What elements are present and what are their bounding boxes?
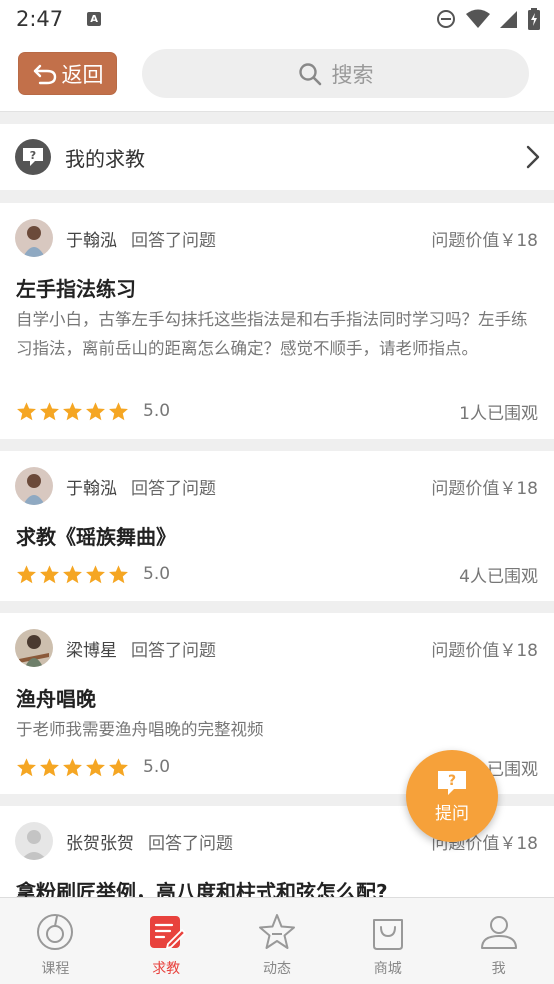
star-rating-icon <box>17 401 36 420</box>
tab-label: 动态 <box>262 961 291 977</box>
notification-a-icon: A <box>87 12 102 26</box>
profile-icon <box>480 916 517 949</box>
do-not-disturb-icon <box>437 10 455 28</box>
search-input[interactable]: 搜索 <box>142 49 529 98</box>
rating-score: 5.0 <box>143 401 171 421</box>
star-rating-icon <box>86 401 105 420</box>
tab-ask[interactable]: 求教 <box>111 898 222 984</box>
question-title: 拿粉刷匠举例，高八度和柱式和弦怎么配? <box>16 880 388 897</box>
svg-text:?: ? <box>30 149 36 162</box>
action-text: 回答了问题 <box>131 478 216 499</box>
tab-label: 我 <box>491 961 506 977</box>
user-name[interactable]: 于翰泓 <box>66 474 117 499</box>
star-rating-icon <box>86 757 105 776</box>
ask-icon <box>150 916 187 950</box>
question-description: 于老师我需要渔舟唱晚的完整视频 <box>16 720 264 739</box>
status-bar: 2:47 A <box>0 0 554 38</box>
question-value: 问题价值￥18 <box>431 230 538 251</box>
rating-stars <box>16 757 129 778</box>
user-name[interactable]: 张贺张贺 <box>66 829 134 854</box>
question-value: 问题价值￥18 <box>431 478 538 499</box>
question-bubble-icon: ? <box>438 770 466 795</box>
search-placeholder: 搜索 <box>331 62 374 87</box>
question-description: 自学小白，古筝左手勾抹托这些指法是和右手指法同时学习吗？左手练习指法，离前岳山的… <box>16 310 528 358</box>
tab-shop[interactable]: 商城 <box>332 898 443 984</box>
status-icons <box>436 8 540 30</box>
ask-question-fab[interactable]: ? 提问 <box>406 750 498 842</box>
question-value: 问题价值￥18 <box>431 640 538 661</box>
shop-bag-icon <box>372 919 403 950</box>
battery-icon <box>528 8 540 30</box>
default-avatar[interactable] <box>15 822 53 860</box>
action-text: 回答了问题 <box>148 833 233 854</box>
question-card[interactable]: 于翰泓 回答了问题 问题价值￥18 求教《瑶族舞曲》 5.0 4人已围观 <box>0 451 554 601</box>
user-name[interactable]: 梁博星 <box>66 636 117 661</box>
star-rating-icon <box>86 564 105 583</box>
rating-score: 5.0 <box>143 757 171 777</box>
star-icon <box>258 914 295 949</box>
header: 返回 搜索 <box>0 38 554 112</box>
tab-label: 商城 <box>373 961 402 977</box>
rating-stars <box>16 564 129 585</box>
star-rating-icon <box>109 401 128 420</box>
avatar[interactable] <box>15 219 53 257</box>
star-rating-icon <box>40 757 59 776</box>
chevron-right-icon <box>526 145 540 169</box>
tab-label: 求教 <box>152 961 181 977</box>
watchers-count: 已围观 <box>487 759 538 780</box>
back-arrow-icon <box>33 64 56 84</box>
star-rating-icon <box>63 564 82 583</box>
question-card[interactable]: 于翰泓 回答了问题 问题价值￥18 左手指法练习 自学小白，古筝左手勾抹托这些指… <box>0 203 554 439</box>
watchers-count: 1人已围观 <box>459 403 538 424</box>
question-title: 求教《瑶族舞曲》 <box>16 525 176 549</box>
signal-icon <box>500 11 517 28</box>
watchers-count: 4人已围观 <box>459 566 538 587</box>
wifi-icon <box>466 9 490 28</box>
star-rating-icon <box>17 564 36 583</box>
star-rating-icon <box>17 757 36 776</box>
tab-course[interactable]: 课程 <box>0 898 111 984</box>
search-icon <box>298 62 321 85</box>
star-rating-icon <box>63 757 82 776</box>
user-name[interactable]: 于翰泓 <box>66 226 117 251</box>
rating-score: 5.0 <box>143 564 171 584</box>
question-bubble-icon: ? <box>15 139 51 175</box>
ask-question-label: 提问 <box>435 803 469 824</box>
rating-stars <box>16 401 129 422</box>
question-title: 渔舟唱晚 <box>16 687 96 711</box>
tab-label: 课程 <box>41 961 70 977</box>
bottom-tab-bar: 课程 求教 动态 商城 我 <box>0 897 554 984</box>
status-time: 2:47 <box>16 7 64 31</box>
tab-profile[interactable]: 我 <box>443 898 554 984</box>
star-rating-icon <box>63 401 82 420</box>
back-button-label: 返回 <box>61 62 104 87</box>
avatar[interactable] <box>15 467 53 505</box>
svg-text:?: ? <box>448 773 456 789</box>
star-rating-icon <box>40 401 59 420</box>
question-title: 左手指法练习 <box>16 277 136 301</box>
action-text: 回答了问题 <box>131 230 216 251</box>
my-help-label: 我的求教 <box>65 146 145 171</box>
tab-feed[interactable]: 动态 <box>222 898 333 984</box>
star-rating-icon <box>40 564 59 583</box>
my-help-row[interactable]: ? 我的求教 <box>0 124 554 190</box>
course-icon <box>37 914 74 950</box>
avatar[interactable] <box>15 629 53 667</box>
back-button[interactable]: 返回 <box>18 52 117 95</box>
star-rating-icon <box>109 757 128 776</box>
star-rating-icon <box>109 564 128 583</box>
action-text: 回答了问题 <box>131 640 216 661</box>
